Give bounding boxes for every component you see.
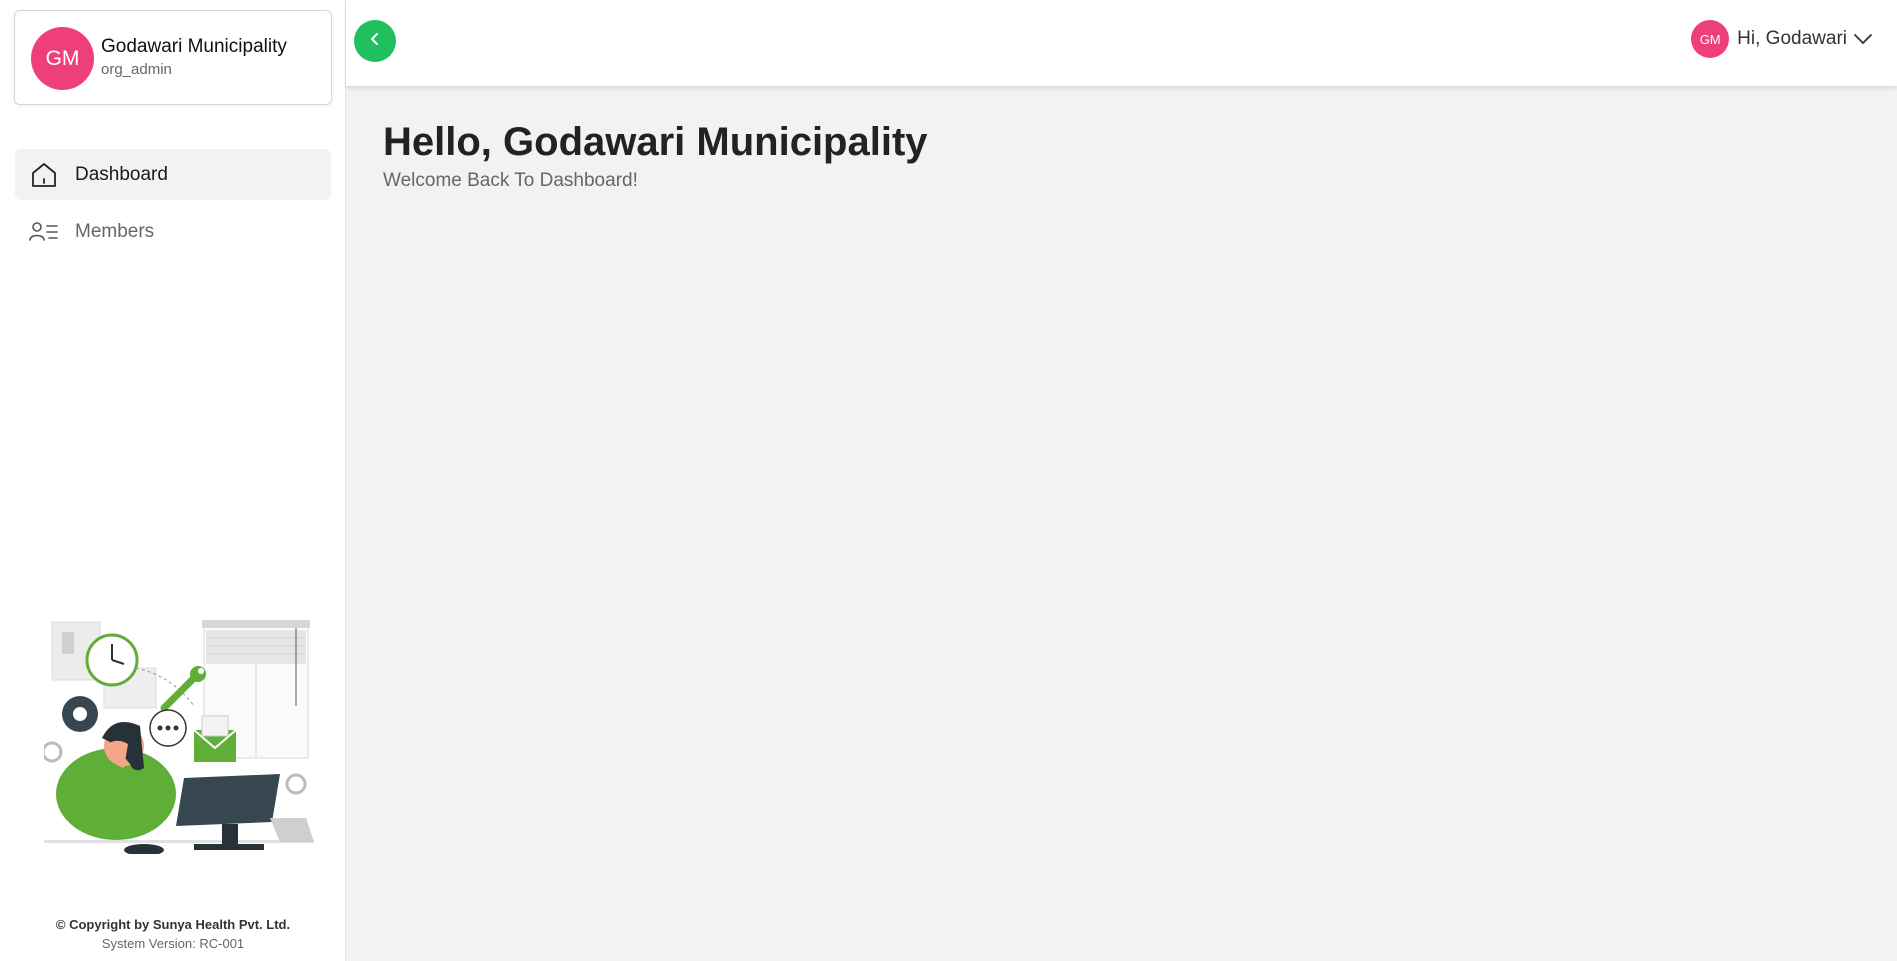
user-avatar: GM [1691,20,1730,58]
home-icon [28,159,60,191]
sidebar-item-label: Dashboard [75,163,168,185]
support-agent-illustration [41,618,314,856]
user-greeting: Hi, Godawari [1737,28,1847,49]
sidebar-item-dashboard[interactable]: Dashboard [15,149,331,200]
user-menu[interactable]: GM Hi, Godawari [1691,20,1873,58]
sidebar-item-label: Members [75,220,155,242]
org-role: org_admin [101,61,172,78]
sidebar-toggle-button[interactable] [354,20,396,62]
system-version: System Version: RC-001 [101,936,245,951]
org-avatar: GM [31,27,94,90]
sidebar-item-members[interactable]: Members [15,206,331,257]
org-name: Godawari Municipality [101,36,287,57]
members-list-icon [28,216,60,248]
sidebar: GM Godawari Municipality org_admin Dashb… [0,0,346,961]
page-subtitle: Welcome Back To Dashboard! [383,170,638,191]
page-title: Hello, Godawari Municipality [383,120,928,164]
chevron-left-icon [367,31,383,52]
profile-card: GM Godawari Municipality org_admin [14,10,332,105]
copyright-text: © Copyright by Sunya Health Pvt. Ltd. [55,917,291,932]
top-bar: GM Hi, Godawari [346,0,1897,86]
chevron-down-icon [1853,33,1873,45]
